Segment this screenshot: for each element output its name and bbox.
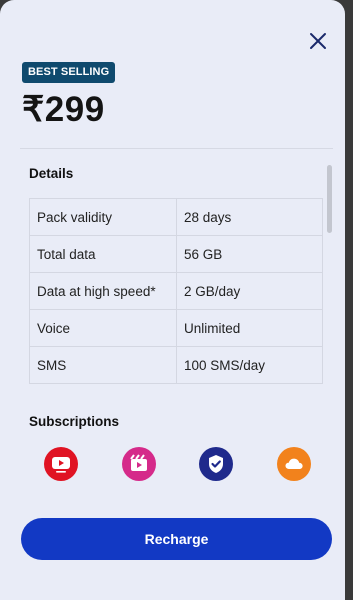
table-row: Total data 56 GB xyxy=(29,235,323,273)
detail-label: Voice xyxy=(29,309,177,347)
plan-details-sheet: BEST SELLING ₹299 Details Pack validity … xyxy=(0,0,345,600)
detail-value: 28 days xyxy=(176,198,323,236)
cinema-icon xyxy=(130,454,147,471)
table-row: Pack validity 28 days xyxy=(29,198,323,236)
detail-value: 56 GB xyxy=(176,235,323,273)
detail-label: Total data xyxy=(29,235,177,273)
detail-value: 2 GB/day xyxy=(176,272,323,310)
subscriptions-list xyxy=(0,447,345,483)
plan-price: ₹299 xyxy=(22,90,105,129)
scrollbar[interactable] xyxy=(327,165,332,233)
best-selling-badge: BEST SELLING xyxy=(22,62,116,83)
table-row: Voice Unlimited xyxy=(29,309,323,347)
detail-label: Data at high speed* xyxy=(29,272,177,310)
recharge-button[interactable]: Recharge xyxy=(21,518,332,560)
detail-value: 100 SMS/day xyxy=(176,346,323,384)
subscriptions-title: Subscriptions xyxy=(29,414,120,429)
divider xyxy=(20,148,333,149)
youtube-icon xyxy=(52,457,70,473)
subscription-cinema[interactable] xyxy=(122,447,156,481)
subscription-youtube[interactable] xyxy=(44,447,78,481)
detail-value: Unlimited xyxy=(176,309,323,347)
detail-label: Pack validity xyxy=(29,198,177,236)
subscription-cloud[interactable] xyxy=(277,447,311,481)
table-row: SMS 100 SMS/day xyxy=(29,346,323,384)
close-icon xyxy=(310,33,326,49)
detail-label: SMS xyxy=(29,346,177,384)
cloud-icon xyxy=(285,458,303,469)
details-table: Pack validity 28 days Total data 56 GB D… xyxy=(29,198,323,384)
subscription-security[interactable] xyxy=(199,447,233,481)
close-button[interactable] xyxy=(304,27,332,55)
table-row: Data at high speed* 2 GB/day xyxy=(29,272,323,310)
shield-check-icon xyxy=(209,455,223,473)
details-title: Details xyxy=(29,166,74,181)
